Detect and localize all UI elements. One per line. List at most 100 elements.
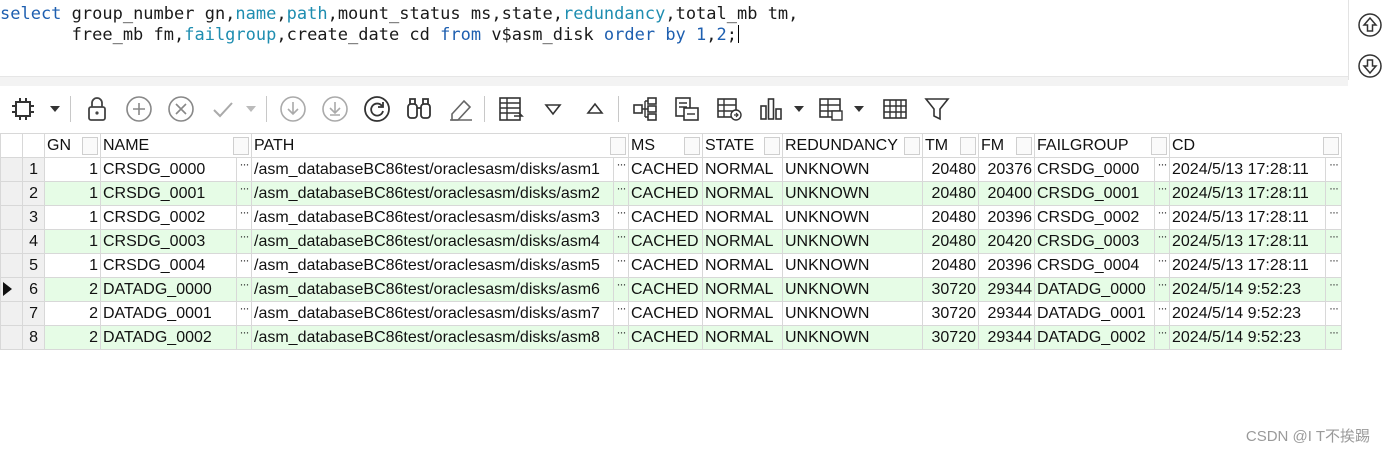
column-header-ms[interactable]: MS (628, 133, 703, 158)
table-row[interactable]: 6 2 DATADG_0000 ···/asm_databaseBC86test/or… (0, 277, 1342, 302)
cell-failgroup[interactable]: CRSDG_0001 (1034, 181, 1155, 206)
column-header-fm[interactable]: FM (978, 133, 1035, 158)
row-number[interactable]: 4 (22, 229, 45, 254)
find-icon[interactable] (404, 94, 434, 124)
cell-name[interactable]: CRSDG_0000 (100, 157, 237, 182)
cell-path[interactable]: /asm_databaseBC86test/oraclesasm/disks/a… (251, 277, 614, 302)
cell-redundancy[interactable]: UNKNOWN (782, 301, 923, 326)
cell-fm[interactable]: 20400 (978, 181, 1035, 206)
table-row[interactable]: 7 2 DATADG_0001 ···/asm_databaseBC86test/or… (0, 301, 1342, 326)
cell-ms[interactable]: CACHED (628, 157, 703, 182)
cell-path[interactable]: /asm_databaseBC86test/oraclesasm/disks/a… (251, 253, 614, 278)
row-indicator[interactable] (0, 157, 23, 182)
cell-redundancy[interactable]: UNKNOWN (782, 181, 923, 206)
cell-ms[interactable]: CACHED (628, 229, 703, 254)
cell-ellipsis-button[interactable]: ··· (1154, 253, 1170, 278)
corner-cell[interactable] (0, 133, 23, 158)
cell-cd[interactable]: 2024/5/13 17:28:11 (1169, 229, 1326, 254)
column-menu-button[interactable] (82, 137, 98, 155)
export-icon[interactable] (672, 94, 702, 124)
cell-ellipsis-button[interactable]: ··· (1325, 229, 1342, 254)
chevron-down-icon[interactable] (852, 94, 866, 124)
pivot-view-icon[interactable] (816, 94, 846, 124)
cell-failgroup[interactable]: DATADG_0002 (1034, 325, 1155, 350)
cell-ellipsis-button[interactable]: ··· (1325, 205, 1342, 230)
row-number[interactable]: 8 (22, 325, 45, 350)
cell-tm[interactable]: 30720 (922, 325, 979, 350)
cell-tm[interactable]: 30720 (922, 301, 979, 326)
grid-selector-icon[interactable] (10, 94, 38, 124)
column-header-state[interactable]: STATE (702, 133, 783, 158)
column-header-name[interactable]: NAME (100, 133, 252, 158)
cell-fm[interactable]: 20396 (978, 253, 1035, 278)
scroll-down-icon[interactable] (1357, 53, 1383, 79)
row-number[interactable]: 1 (22, 157, 45, 182)
cell-gn[interactable]: 1 (44, 205, 101, 230)
column-header-gn[interactable]: GN (44, 133, 101, 158)
lock-icon[interactable] (82, 94, 112, 124)
cell-ellipsis-button[interactable]: ··· (613, 229, 629, 254)
cell-fm[interactable]: 29344 (978, 325, 1035, 350)
cell-state[interactable]: NORMAL (702, 229, 783, 254)
cell-fm[interactable]: 20376 (978, 157, 1035, 182)
cell-state[interactable]: NORMAL (702, 325, 783, 350)
cell-ellipsis-button[interactable]: ··· (1154, 205, 1170, 230)
column-header-redundancy[interactable]: REDUNDANCY (782, 133, 923, 158)
cell-cd[interactable]: 2024/5/14 9:52:23 (1169, 301, 1326, 326)
cell-redundancy[interactable]: UNKNOWN (782, 157, 923, 182)
row-indicator[interactable] (0, 229, 23, 254)
cell-gn[interactable]: 1 (44, 157, 101, 182)
chevron-down-icon[interactable] (792, 94, 806, 124)
cell-redundancy[interactable]: UNKNOWN (782, 205, 923, 230)
column-menu-button[interactable] (960, 137, 976, 155)
cell-ellipsis-button[interactable]: ··· (236, 301, 252, 326)
cell-state[interactable]: NORMAL (702, 301, 783, 326)
cell-ellipsis-button[interactable]: ··· (1154, 157, 1170, 182)
refresh-icon[interactable] (362, 94, 392, 124)
cell-ellipsis-button[interactable]: ··· (1325, 253, 1342, 278)
cell-redundancy[interactable]: UNKNOWN (782, 277, 923, 302)
cell-path[interactable]: /asm_databaseBC86test/oraclesasm/disks/a… (251, 325, 614, 350)
cell-ellipsis-button[interactable]: ··· (236, 277, 252, 302)
cell-gn[interactable]: 2 (44, 301, 101, 326)
column-header-path[interactable]: PATH (251, 133, 629, 158)
cell-ellipsis-button[interactable]: ··· (1325, 301, 1342, 326)
cell-ellipsis-button[interactable]: ··· (1325, 277, 1342, 302)
cell-ellipsis-button[interactable]: ··· (1154, 181, 1170, 206)
grid-view-icon[interactable] (880, 94, 910, 124)
chevron-down-icon[interactable] (244, 94, 258, 124)
cell-ellipsis-button[interactable]: ··· (613, 301, 629, 326)
cell-ellipsis-button[interactable]: ··· (236, 325, 252, 350)
row-indicator[interactable] (0, 205, 23, 230)
row-indicator[interactable] (0, 253, 23, 278)
post-changes-icon[interactable] (208, 94, 238, 124)
cell-cd[interactable]: 2024/5/13 17:28:11 (1169, 181, 1326, 206)
cell-cd[interactable]: 2024/5/13 17:28:11 (1169, 205, 1326, 230)
cell-tm[interactable]: 20480 (922, 181, 979, 206)
cell-ms[interactable]: CACHED (628, 253, 703, 278)
cell-cd[interactable]: 2024/5/14 9:52:23 (1169, 277, 1326, 302)
cell-state[interactable]: NORMAL (702, 181, 783, 206)
cell-name[interactable]: DATADG_0000 (100, 277, 237, 302)
cell-path[interactable]: /asm_databaseBC86test/oraclesasm/disks/a… (251, 301, 614, 326)
scroll-up-icon[interactable] (1357, 12, 1383, 38)
cell-failgroup[interactable]: CRSDG_0000 (1034, 157, 1155, 182)
row-indicator[interactable] (0, 181, 23, 206)
row-number[interactable]: 3 (22, 205, 45, 230)
cell-failgroup[interactable]: DATADG_0001 (1034, 301, 1155, 326)
cell-redundancy[interactable]: UNKNOWN (782, 253, 923, 278)
cell-fm[interactable]: 29344 (978, 277, 1035, 302)
cell-redundancy[interactable]: UNKNOWN (782, 229, 923, 254)
cell-path[interactable]: /asm_databaseBC86test/oraclesasm/disks/a… (251, 181, 614, 206)
cell-name[interactable]: DATADG_0001 (100, 301, 237, 326)
cell-gn[interactable]: 1 (44, 181, 101, 206)
cell-ellipsis-button[interactable]: ··· (1154, 277, 1170, 302)
cell-gn[interactable]: 1 (44, 253, 101, 278)
column-header-failgroup[interactable]: FAILGROUP (1034, 133, 1170, 158)
cell-name[interactable]: CRSDG_0003 (100, 229, 237, 254)
tree-view-icon[interactable] (630, 94, 660, 124)
cell-ellipsis-button[interactable]: ··· (1325, 325, 1342, 350)
cell-ellipsis-button[interactable]: ··· (613, 157, 629, 182)
fetch-next-icon[interactable] (278, 94, 308, 124)
cell-ms[interactable]: CACHED (628, 181, 703, 206)
